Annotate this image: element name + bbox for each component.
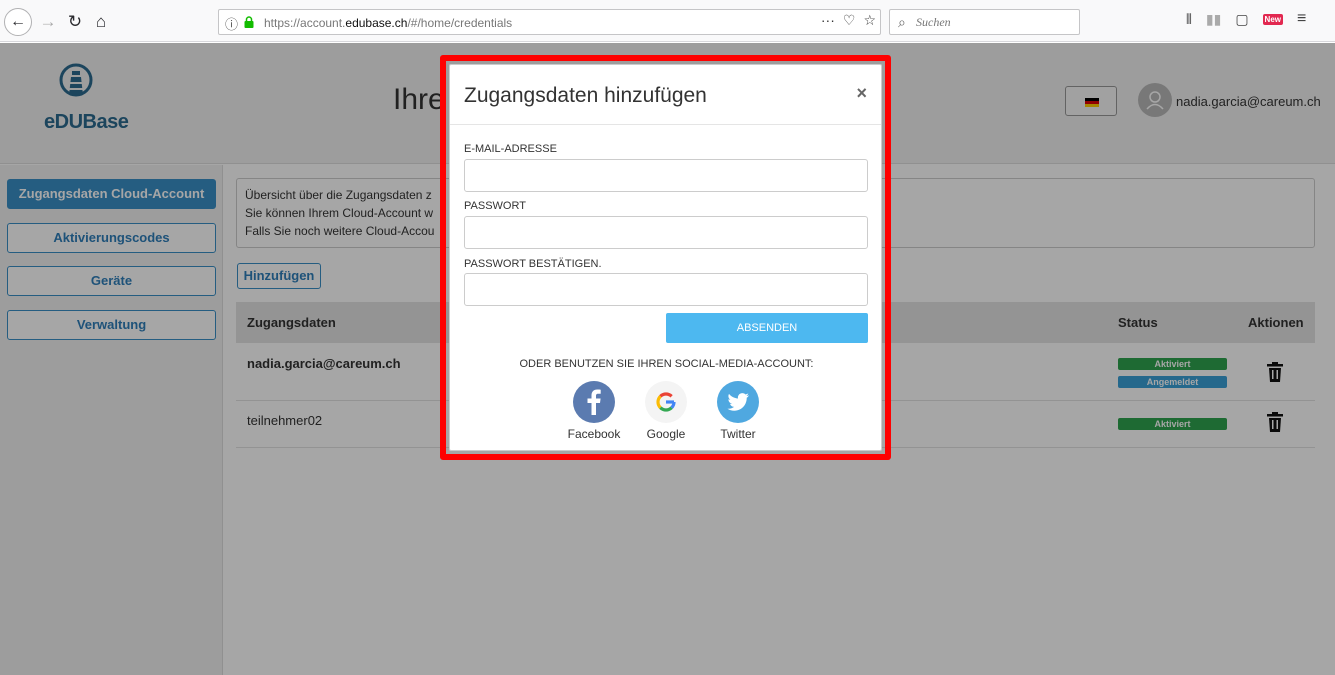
home-icon: ⌂ [95,12,107,31]
arrow-left-icon: ← [10,13,26,30]
reload-icon: ↻ [67,12,83,31]
home-button[interactable]: ⌂ [90,9,112,35]
info-icon[interactable]: ⓘ [225,14,238,33]
google-label: Google [646,427,686,441]
url-text[interactable]: https://account.edubase.ch/#/home/creden… [264,16,512,30]
email-label: E-MAIL-ADRESSE [464,143,557,155]
forward-button[interactable]: → [38,9,58,35]
browser-toolbar: ← → ↻ ⌂ ⓘ https://account.edubase.ch/#/h… [0,0,1335,42]
close-button[interactable]: × [856,83,867,104]
facebook-icon [573,381,615,423]
google-login[interactable]: Google [636,381,696,441]
reader-icon[interactable]: ▮▮ [1206,11,1221,28]
new-badge[interactable]: New [1262,13,1283,25]
twitter-login[interactable]: Twitter [708,381,768,441]
menu-icon[interactable]: ≡ [1297,10,1306,28]
confirm-password-field[interactable] [464,273,868,306]
pocket-icon[interactable]: ♡ [843,12,856,29]
twitter-icon [717,381,759,423]
reload-button[interactable]: ↻ [64,9,86,35]
search-input[interactable] [916,13,1076,31]
submit-button[interactable]: ABSENDEN [666,313,868,343]
confirm-password-label: PASSWORT BESTÄTIGEN. [464,258,602,270]
password-field[interactable] [464,216,868,249]
search-bar[interactable]: ⌕ [889,9,1080,35]
social-login-text: ODER BENUTZEN SIE IHREN SOCIAL-MEDIA-ACC… [519,358,814,370]
library-icon[interactable]: ⫴ [1186,11,1192,28]
facebook-label: Facebook [567,427,621,441]
email-field[interactable] [464,159,868,192]
modal-divider [450,124,881,125]
page-actions-icon[interactable]: ··· [821,12,835,29]
sidebar-toggle-icon[interactable]: ▢ [1235,11,1248,28]
google-icon [645,381,687,423]
facebook-login[interactable]: Facebook [564,381,624,441]
bookmark-star-icon[interactable]: ☆ [863,12,876,29]
arrow-right-icon: → [39,12,57,31]
twitter-label: Twitter [720,427,756,441]
search-icon: ⌕ [898,14,906,30]
modal-title: Zugangsdaten hinzufügen [464,84,707,107]
url-bar[interactable]: ⓘ https://account.edubase.ch/#/home/cred… [218,9,881,35]
add-credentials-modal: Zugangsdaten hinzufügen × E-MAIL-ADRESSE… [449,64,882,451]
back-button[interactable]: ← [4,8,32,36]
password-label: PASSWORT [464,200,526,212]
lock-icon [244,16,254,28]
